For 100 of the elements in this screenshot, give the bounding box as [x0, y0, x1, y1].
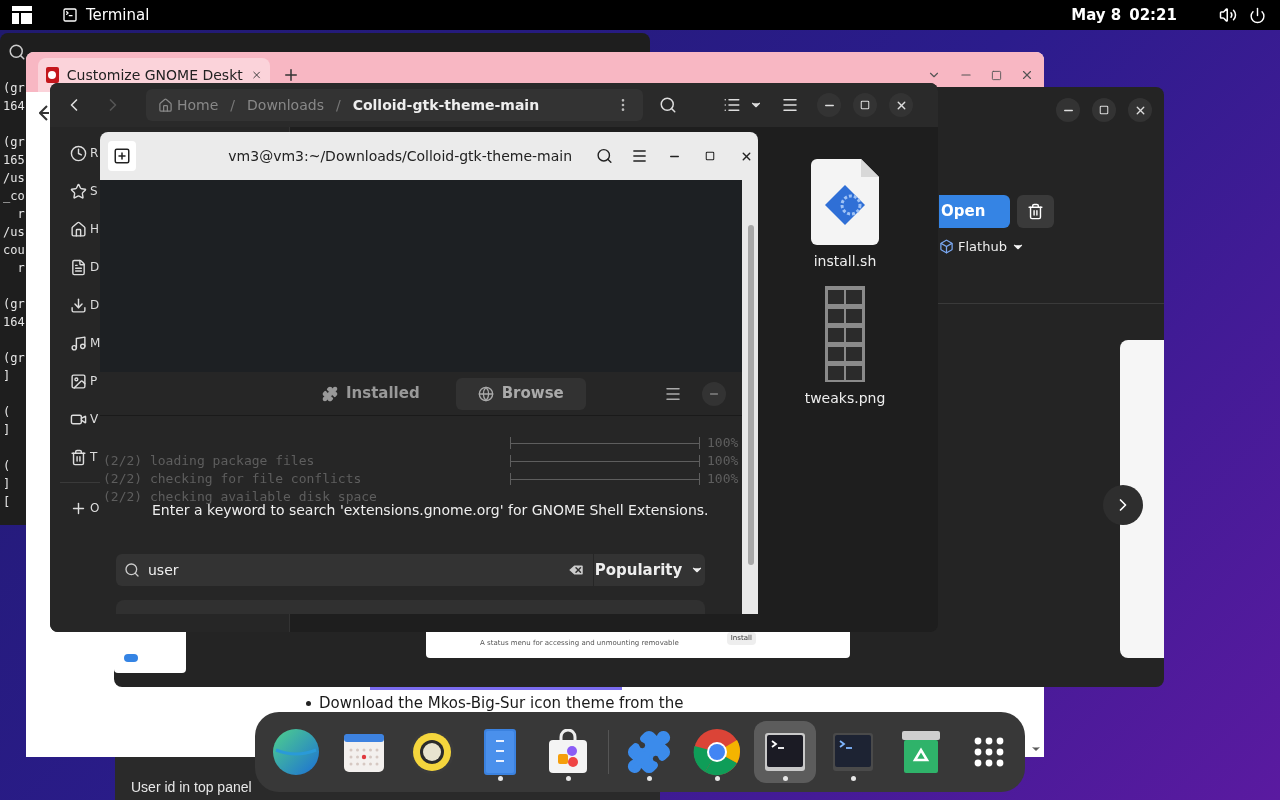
terminal-line: (gr	[3, 80, 25, 97]
path-separator: /	[230, 95, 236, 115]
minimize-button[interactable]	[702, 381, 726, 406]
maximize-icon	[705, 151, 715, 161]
terminal-line: (	[3, 458, 12, 475]
terminal-line: /us	[3, 170, 25, 187]
volume-icon[interactable]	[1219, 6, 1237, 24]
sidebar-item[interactable]: O	[70, 489, 100, 527]
sidebar-item[interactable]: H	[70, 210, 100, 248]
minimize-button[interactable]	[1056, 98, 1080, 122]
terminal-line: (2/2) checking for file conflicts	[103, 470, 362, 488]
back-icon[interactable]	[39, 105, 49, 121]
terminal-line: /us	[3, 224, 25, 241]
new-tab-button[interactable]	[108, 141, 137, 171]
next-button[interactable]	[1103, 485, 1143, 525]
bullet-icon	[306, 700, 311, 706]
path-item[interactable]: Home	[158, 94, 219, 116]
terminal-icon	[62, 7, 78, 23]
cube-icon	[939, 239, 954, 255]
file-cabinet-icon	[483, 728, 517, 776]
close-icon[interactable]	[1020, 68, 1034, 82]
power-icon[interactable]	[1249, 6, 1266, 24]
hint-text: Enter a keyword to search 'extensions.gnome.org' for GNOME Shell Extensions.	[152, 502, 709, 520]
tab[interactable]: Browse	[455, 377, 586, 410]
terminal-line: 165	[3, 152, 25, 169]
maximize-button[interactable]	[853, 93, 877, 117]
file-item[interactable]: install.sh	[811, 159, 879, 272]
path-separator: /	[335, 95, 341, 115]
search-icon[interactable]	[659, 96, 677, 114]
terminal-line: r	[16, 260, 25, 277]
percent-text: 100%	[707, 452, 739, 470]
maximize-button[interactable]	[1092, 98, 1116, 122]
terminal-line: ]	[3, 422, 12, 439]
date-text: May 8	[1071, 4, 1122, 26]
search-icon[interactable]	[596, 147, 613, 165]
favicon-icon	[46, 67, 59, 83]
music-icon	[70, 334, 87, 352]
source-dropdown[interactable]: Flathub	[939, 237, 1025, 257]
trash-icon	[70, 448, 87, 466]
new-tab-icon[interactable]	[282, 66, 300, 84]
sidebar-item[interactable]: R	[70, 134, 99, 172]
search-icon[interactable]	[8, 43, 26, 61]
app-name: Terminal	[86, 4, 150, 26]
sidebar-item[interactable]: D	[70, 286, 100, 324]
document-icon	[70, 258, 87, 276]
menu-icon[interactable]	[781, 96, 799, 114]
plus-icon	[113, 147, 132, 165]
trash-icon	[1027, 203, 1044, 220]
terminal-line: ]	[3, 476, 12, 493]
puzzle-icon	[626, 729, 672, 775]
sidebar-item[interactable]: T	[70, 438, 98, 476]
star-icon	[70, 182, 87, 200]
sidebar-item[interactable]: D	[70, 248, 100, 286]
file-item[interactable]: tweaks.png	[804, 286, 886, 409]
script-file-icon	[811, 159, 879, 245]
sort-dropdown[interactable]: Popularity	[593, 554, 705, 586]
terminal-line: r	[16, 206, 25, 223]
globe-icon	[477, 385, 494, 402]
close-button[interactable]	[889, 93, 913, 117]
dock-item[interactable]	[754, 721, 816, 783]
percent-text: 100%	[707, 470, 739, 488]
dot-grid-icon	[974, 737, 1004, 767]
terminal-line: (2/2) loading package files	[103, 452, 315, 470]
tab[interactable]: Installed	[300, 377, 442, 410]
list-view-icon[interactable]	[723, 96, 741, 114]
sidebar-item[interactable]: V	[70, 400, 99, 438]
download-icon	[70, 296, 87, 314]
maximize-icon[interactable]	[991, 69, 1002, 81]
search-field[interactable]: user	[116, 554, 593, 586]
delete-button[interactable]	[1017, 195, 1054, 228]
search-input[interactable]: user	[148, 559, 548, 581]
window-title: vm3@vm3:~/Downloads/Colloid-gtk-theme-main	[228, 146, 573, 166]
terminal-icon	[832, 732, 874, 772]
setting-label: User id in top panel	[131, 778, 252, 797]
activities-icon[interactable]	[12, 6, 32, 24]
puzzle-icon	[322, 385, 338, 402]
terminal-line: 164	[3, 314, 25, 331]
sidebar-item[interactable]: S	[70, 172, 98, 210]
terminal-line: 164	[3, 98, 25, 115]
home-icon	[70, 220, 87, 238]
search-icon	[124, 562, 140, 578]
menu-icon[interactable]	[631, 147, 648, 165]
maximize-icon	[1099, 105, 1109, 115]
sidebar-item[interactable]: M	[70, 324, 101, 362]
terminal-line: (gr	[3, 350, 25, 367]
close-button[interactable]	[1128, 98, 1152, 122]
app-menu[interactable]: Terminal	[62, 3, 150, 27]
home-icon	[158, 97, 173, 113]
sidebar-item[interactable]: P	[70, 362, 98, 400]
open-button[interactable]: Open	[939, 195, 1010, 228]
terminal-line: (gr	[3, 134, 25, 151]
path-item[interactable]: Downloads	[247, 94, 324, 116]
path-item[interactable]: Colloid-gtk-theme-main	[352, 94, 540, 116]
toggle-icon	[124, 654, 138, 662]
terminal-line: (	[3, 404, 12, 421]
clock[interactable]: May 8 02:21	[1071, 3, 1177, 27]
chrome-icon	[693, 728, 741, 776]
list-item-text: Download the Mkos-Big-Sur icon theme from the	[319, 693, 684, 714]
terminal-line: (2/2) checking available disk space	[103, 488, 377, 505]
percent-text: 100%	[707, 434, 739, 452]
